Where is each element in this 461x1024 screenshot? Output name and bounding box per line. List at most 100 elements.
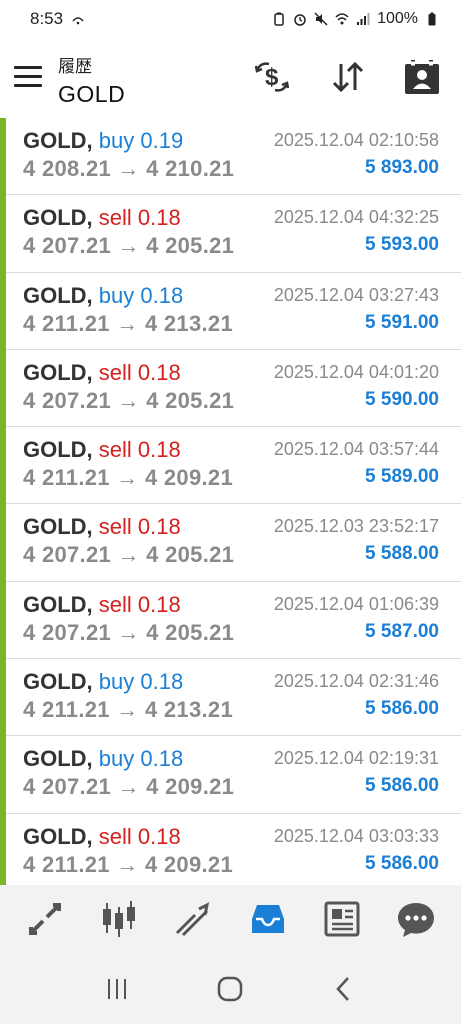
deal-prices: 4 207.21 → 4 205.21 <box>23 233 235 259</box>
deal-symbol-line: GOLD, sell 0.18 <box>23 360 181 386</box>
deal-history-list: GOLD, buy 0.19 4 208.21 → 4 210.21 2025.12… <box>0 118 461 885</box>
deal-prices: 4 207.21 → 4 205.21 <box>23 619 235 645</box>
deal-profit: 5 586.00 <box>365 852 439 874</box>
alarm-icon <box>294 14 306 26</box>
deal-side-volume: sell 0.18 <box>98 591 181 617</box>
deal-time: 2025.12.04 02:10:58 <box>273 130 439 150</box>
deal-time: 2025.12.04 02:19:31 <box>273 748 439 769</box>
deal-side-volume: sell 0.18 <box>98 823 181 849</box>
deal-symbol-line: GOLD, sell 0.18 <box>23 437 181 463</box>
deal-time: 2025.12.04 04:01:20 <box>273 361 439 382</box>
deal-prices: 4 211.21 → 4 213.21 <box>23 697 233 723</box>
deal-time: 2025.12.04 03:57:44 <box>273 439 439 460</box>
battery-saver-icon <box>274 12 284 26</box>
status-left: 8:53 <box>30 9 85 29</box>
deal-symbol-line: GOLD, buy 0.18 <box>23 283 183 309</box>
system-navigation <box>0 953 461 1024</box>
deal-symbol: GOLD, <box>23 359 93 385</box>
svg-text:$: $ <box>265 64 279 91</box>
deal-profit: 5 589.00 <box>365 466 439 488</box>
page-subtitle: 履歴 <box>58 57 92 76</box>
deal-symbol-line: GOLD, sell 0.18 <box>23 824 181 850</box>
nav-trade[interactable] <box>171 897 215 941</box>
deal-profit: 5 586.00 <box>365 775 439 797</box>
chat-icon <box>397 903 434 937</box>
deal-symbol: GOLD, <box>23 128 93 153</box>
sort-arrows-icon[interactable] <box>329 58 367 96</box>
deal-side-volume: sell 0.18 <box>98 514 181 540</box>
status-time: 8:53 <box>30 9 64 28</box>
deal-row[interactable]: GOLD, sell 0.18 4 207.21 → 4 205.21 2025.1… <box>6 350 461 428</box>
deal-symbol-line: GOLD, sell 0.18 <box>23 514 181 540</box>
deal-profit: 5 893.00 <box>365 157 439 178</box>
status-right: 100% <box>272 10 439 28</box>
deal-prices: 4 207.21 → 4 205.21 <box>23 542 235 568</box>
deal-profit: 5 593.00 <box>365 234 439 256</box>
deal-prices: 4 207.21 → 4 205.21 <box>23 387 235 413</box>
deal-profit: 5 591.00 <box>365 311 439 333</box>
deal-symbol-line: GOLD, sell 0.18 <box>23 205 181 231</box>
deal-row[interactable]: GOLD, sell 0.18 4 207.21 → 4 205.21 2025.1… <box>6 582 461 660</box>
deal-side-volume: buy 0.18 <box>98 669 184 695</box>
nav-history[interactable] <box>246 897 290 941</box>
news-icon <box>324 901 360 937</box>
calendar-contact-icon[interactable] <box>403 58 441 96</box>
deal-profit: 5 587.00 <box>365 620 439 642</box>
deal-profit: 5 586.00 <box>365 698 439 720</box>
deal-symbol-line: GOLD, sell 0.18 <box>23 592 181 618</box>
currency-exchange-icon[interactable]: $ <box>253 58 291 96</box>
title-block: 履歴 GOLD <box>58 52 125 108</box>
deal-side-volume: buy 0.18 <box>98 282 184 308</box>
deal-row[interactable]: GOLD, sell 0.18 4 207.21 → 4 205.21 2025.1… <box>6 195 461 273</box>
deal-prices: 4 211.21 → 4 209.21 <box>23 465 233 491</box>
deal-side-volume: buy 0.19 <box>98 128 184 153</box>
deal-profit: 5 588.00 <box>365 543 439 565</box>
deal-symbol: GOLD, <box>23 591 93 617</box>
deal-prices: 4 211.21 → 4 213.21 <box>23 310 233 336</box>
deal-side-volume: sell 0.18 <box>98 205 181 231</box>
deal-symbol-line: GOLD, buy 0.18 <box>23 669 183 695</box>
deal-row[interactable]: GOLD, sell 0.18 4 211.21 → 4 209.21 2025.1… <box>6 814 461 891</box>
nav-news[interactable] <box>320 897 364 941</box>
trade-icon <box>176 902 210 937</box>
deal-symbol-line: GOLD, buy 0.19 <box>23 128 183 154</box>
deal-symbol-line: GOLD, buy 0.18 <box>23 746 183 772</box>
chart-candles-icon <box>103 901 136 937</box>
battery-percent: 100% <box>377 10 418 27</box>
deal-time: 2025.12.04 03:03:33 <box>273 825 439 846</box>
deal-row[interactable]: GOLD, sell 0.18 4 211.21 → 4 209.21 2025.1… <box>6 427 461 505</box>
deal-symbol: GOLD, <box>23 746 93 772</box>
deal-symbol: GOLD, <box>23 823 93 849</box>
deal-symbol: GOLD, <box>23 437 93 463</box>
wifi-icon <box>335 13 349 25</box>
deal-time: 2025.12.04 02:31:46 <box>273 671 439 692</box>
status-bar: 8:53 100% <box>0 0 461 38</box>
app-header: 履歴 GOLD $ <box>0 38 461 118</box>
deal-row[interactable]: GOLD, buy 0.18 4 211.21 → 4 213.21 2025.12… <box>6 659 461 737</box>
back-icon[interactable] <box>329 974 359 1004</box>
deal-symbol: GOLD, <box>23 205 93 231</box>
deal-side-volume: sell 0.18 <box>98 359 181 385</box>
nav-chat[interactable] <box>394 897 438 941</box>
signal-icon <box>357 13 370 25</box>
battery-icon <box>428 12 436 26</box>
deal-row[interactable]: GOLD, buy 0.18 4 211.21 → 4 213.21 2025.12… <box>6 273 461 350</box>
wifi-calling-icon <box>72 17 84 25</box>
history-inbox-icon <box>251 905 284 933</box>
deal-row[interactable]: GOLD, sell 0.18 4 207.21 → 4 205.21 2025.1… <box>6 504 461 582</box>
home-icon[interactable] <box>215 974 245 1004</box>
recent-apps-icon[interactable] <box>102 974 132 1004</box>
deal-row[interactable]: GOLD, buy 0.18 4 207.21 → 4 209.21 2025.12… <box>6 736 461 814</box>
deal-symbol: GOLD, <box>23 514 93 540</box>
bottom-navigation <box>0 885 461 953</box>
deal-row[interactable]: GOLD, buy 0.19 4 208.21 → 4 210.21 2025.12… <box>6 118 461 196</box>
deal-side-volume: buy 0.18 <box>98 746 184 772</box>
deal-time: 2025.12.03 23:52:17 <box>273 516 439 537</box>
deal-symbol: GOLD, <box>23 282 93 308</box>
hamburger-menu-icon[interactable] <box>14 66 42 88</box>
nav-chart[interactable] <box>97 897 141 941</box>
deal-symbol: GOLD, <box>23 669 93 695</box>
deal-side-volume: sell 0.18 <box>98 437 181 463</box>
nav-quotes[interactable] <box>23 897 67 941</box>
mute-icon <box>314 12 328 26</box>
